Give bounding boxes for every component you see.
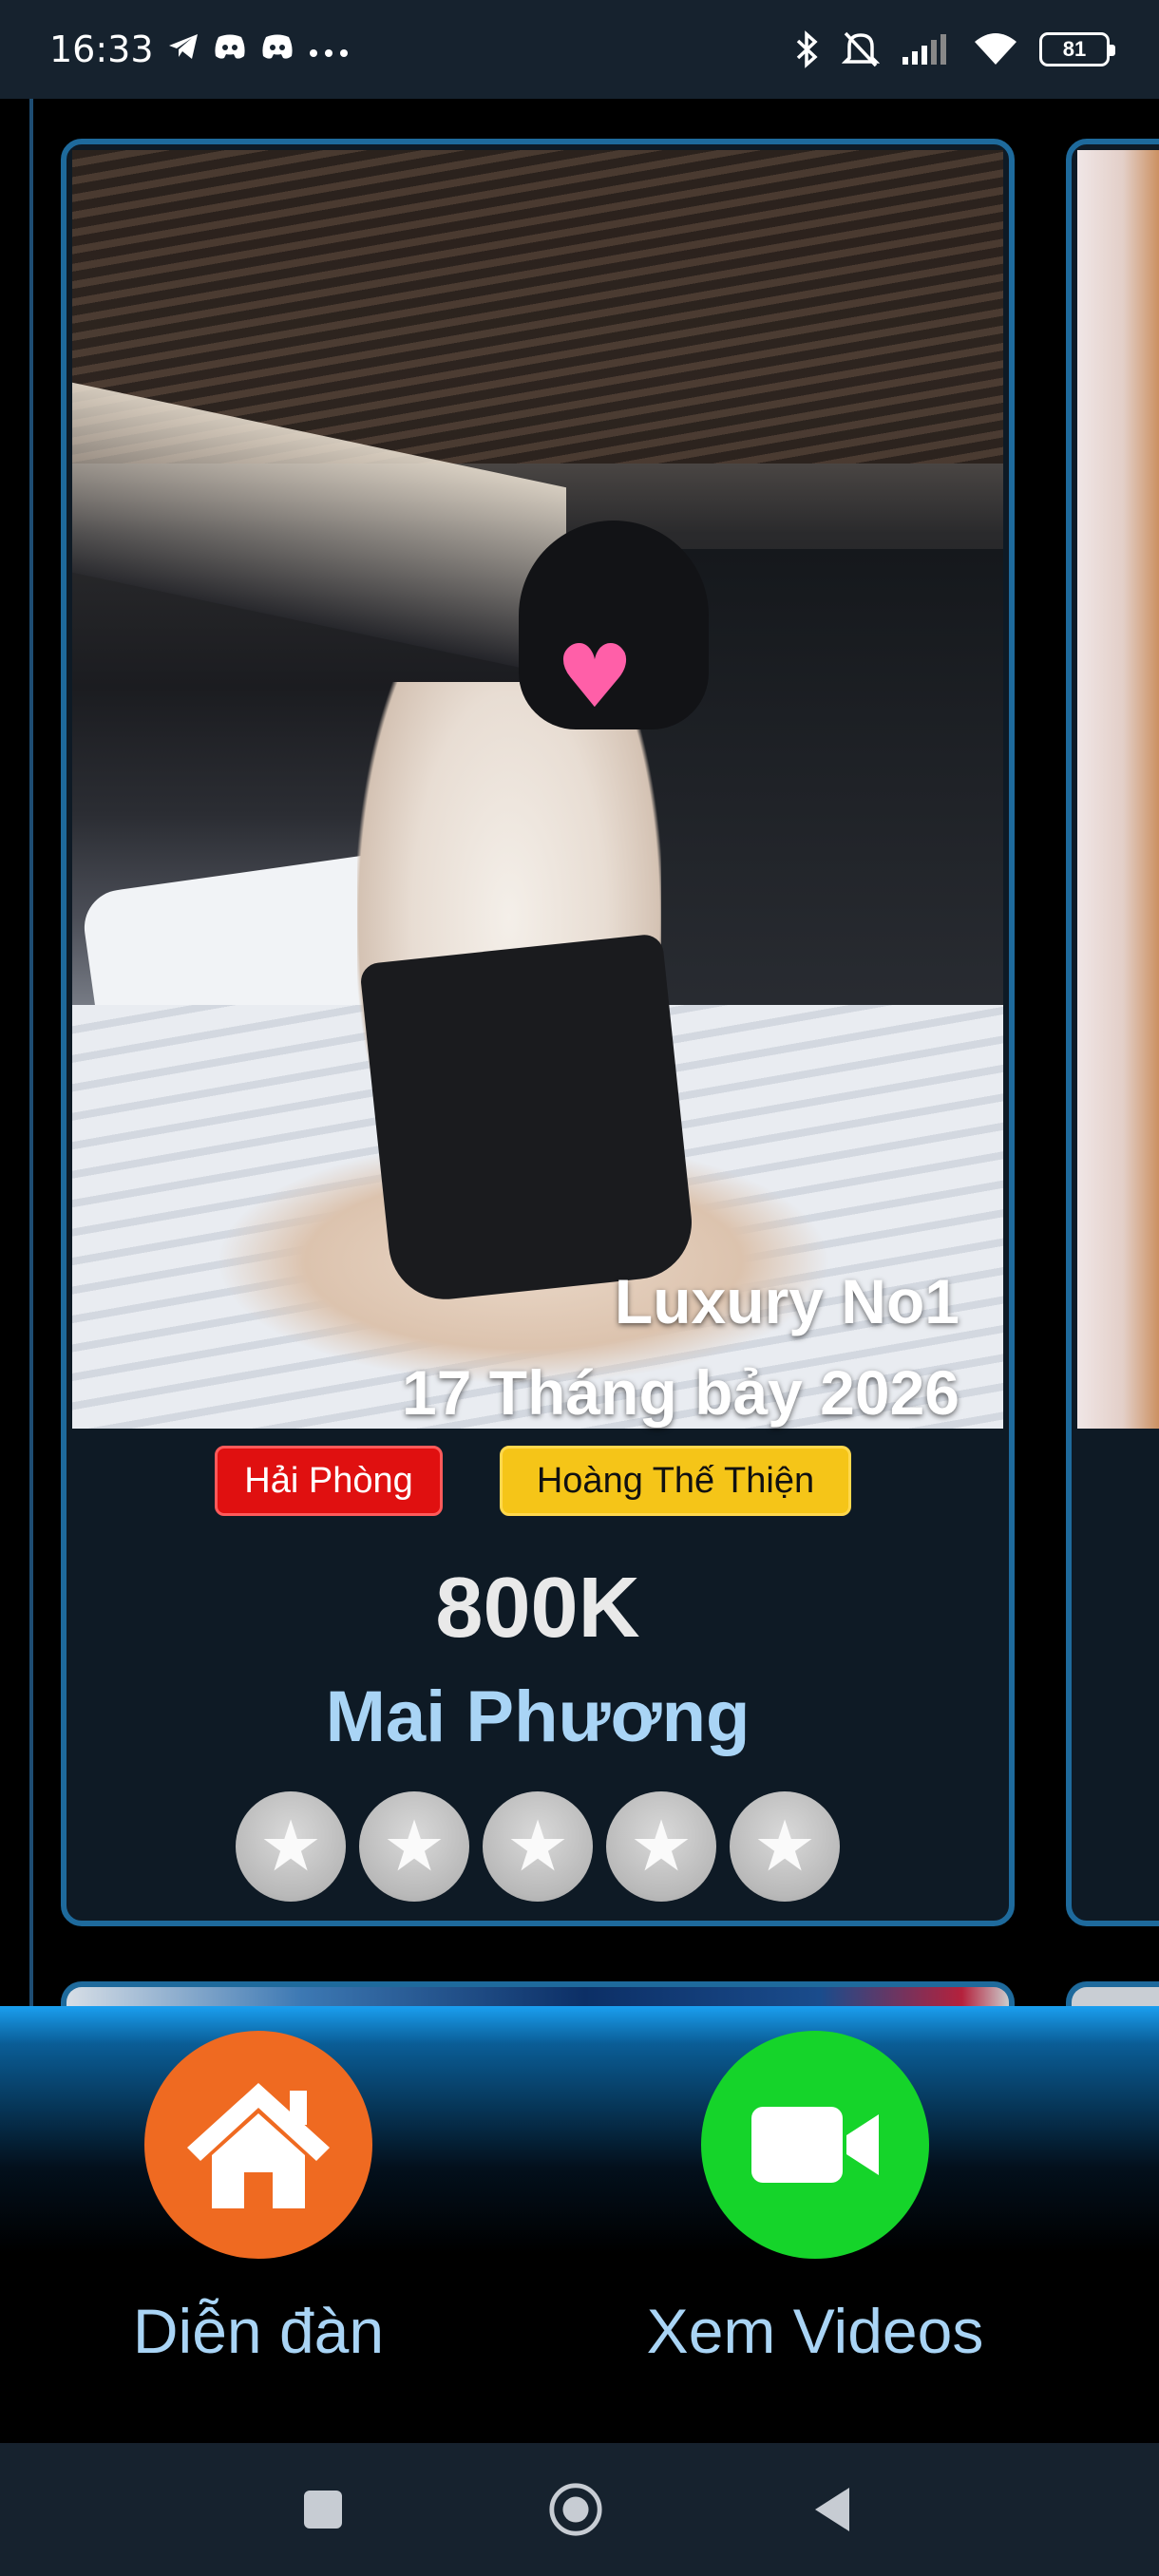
notification-icons — [167, 32, 350, 66]
status-bar: 16:33 81 — [0, 0, 1159, 99]
wifi-icon — [975, 33, 1016, 65]
discord-icon — [260, 33, 294, 66]
star-icon[interactable]: ★ — [359, 1791, 469, 1902]
bell-muted-icon — [842, 31, 880, 67]
videos-nav-button[interactable]: Xem Videos — [606, 2031, 1024, 2367]
heart-hands-icon: ♥ — [555, 626, 635, 728]
star-icon[interactable]: ★ — [483, 1791, 593, 1902]
system-navigation-bar — [0, 2443, 1159, 2576]
circle-icon — [549, 2483, 602, 2536]
profile-card-below[interactable] — [61, 1981, 1015, 2008]
badge-row: Hải Phòng Hoàng Thế Thiện — [72, 1446, 1003, 1522]
video-icon-circle[interactable] — [701, 2031, 929, 2259]
city-badge[interactable]: Hải Phòng — [215, 1446, 443, 1516]
photo-figure-skirt — [359, 933, 697, 1305]
content-area[interactable]: ♥ Luxury No1 17 Tháng bảy 2026 Hải Phòng… — [0, 99, 1159, 2008]
profile-card[interactable]: ♥ Luxury No1 17 Tháng bảy 2026 Hải Phòng… — [61, 139, 1015, 1926]
home-icon-circle[interactable] — [144, 2031, 372, 2259]
bottom-nav: Diễn đàn Xem Videos — [0, 2006, 1159, 2443]
profile-card-below-peek[interactable] — [1066, 1981, 1159, 2008]
home-icon — [187, 2083, 330, 2208]
back-button[interactable] — [804, 2481, 861, 2538]
battery-level: 81 — [1062, 37, 1087, 61]
star-icon[interactable]: ★ — [730, 1791, 840, 1902]
photo-caption-date: 17 Tháng bảy 2026 — [402, 1357, 960, 1428]
video-camera-icon — [751, 2107, 879, 2183]
more-icon — [308, 35, 350, 64]
rating-stars[interactable]: ★ ★ ★ ★ ★ — [72, 1791, 1003, 1902]
forum-nav-label[interactable]: Diễn đàn — [133, 2295, 384, 2367]
discord-icon — [213, 33, 247, 66]
system-status-icons: 81 — [794, 29, 1115, 69]
next-profile-card-peek[interactable] — [1066, 139, 1159, 1926]
back-triangle-icon — [815, 2488, 849, 2531]
left-divider — [29, 99, 33, 2008]
price-label: 800K — [435, 1561, 640, 1656]
profile-name[interactable]: Mai Phương — [72, 1676, 1003, 1758]
videos-nav-label[interactable]: Xem Videos — [647, 2295, 984, 2367]
square-icon — [304, 2491, 342, 2529]
star-icon[interactable]: ★ — [606, 1791, 716, 1902]
bluetooth-icon — [796, 30, 818, 68]
star-icon[interactable]: ★ — [236, 1791, 346, 1902]
status-time: 16:33 — [49, 28, 154, 70]
area-badge[interactable]: Hoàng Thế Thiện — [500, 1446, 851, 1516]
battery-indicator: 81 — [1039, 32, 1115, 66]
forum-nav-button[interactable]: Diễn đàn — [49, 2031, 467, 2367]
next-profile-photo — [1077, 150, 1159, 1429]
recent-apps-button[interactable] — [294, 2481, 352, 2538]
profile-photo[interactable]: ♥ — [72, 150, 1003, 1429]
signal-icon — [902, 34, 946, 65]
photo-caption-title: Luxury No1 — [614, 1266, 960, 1336]
home-system-button[interactable] — [547, 2481, 604, 2538]
telegram-icon — [167, 32, 200, 66]
